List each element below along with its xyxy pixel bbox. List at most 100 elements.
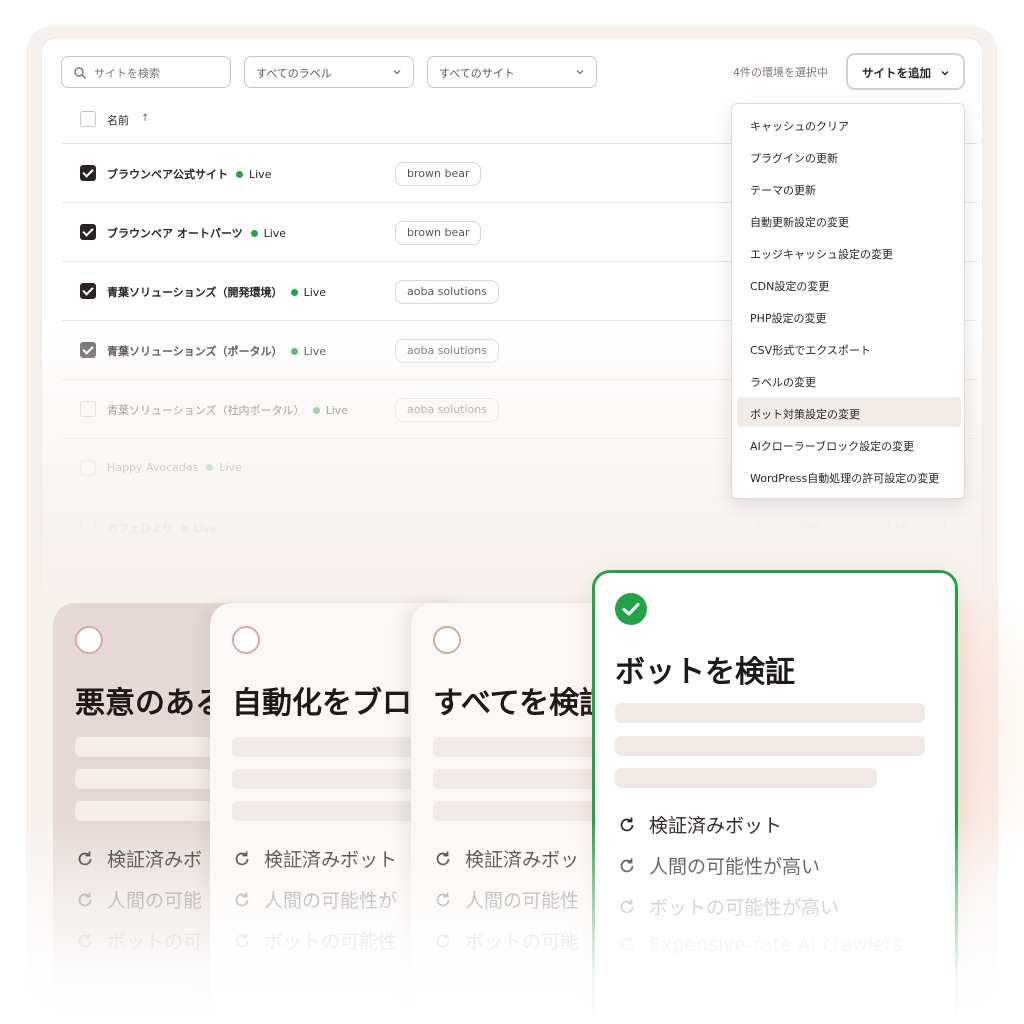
menu-item-clear-cache[interactable]: キャッシュのクリア — [737, 109, 961, 139]
menu-item-edge-cache-settings[interactable]: エッジキャッシュ設定の変更 — [737, 237, 961, 267]
menu-item-export-csv[interactable]: CSV形式でエクスポート — [737, 333, 961, 363]
menu-item-change-labels[interactable]: ラベルの変更 — [737, 365, 961, 395]
add-site-label: サイトを追加 — [862, 66, 931, 80]
site-name[interactable]: ブラウンベア公式サイト Live — [107, 166, 271, 182]
option-card-verify-bots[interactable]: ボットを検証 検証済みボット 人間の可能性が高い ボットの可能性が高い Expe… — [592, 570, 958, 1024]
live-status-dot — [206, 464, 214, 471]
site-name[interactable]: 青葉ソリューションズ（開発環境） Live — [107, 284, 326, 300]
row-checkbox[interactable] — [80, 460, 96, 476]
row-checkbox[interactable] — [80, 342, 96, 358]
status-text: Live — [303, 345, 327, 358]
site-name-text: カフェひより — [107, 522, 173, 535]
menu-item-auto-update-settings[interactable]: 自動更新設定の変更 — [737, 205, 961, 235]
menu-item-ai-crawler-block-settings[interactable]: AIクローラーブロック設定の変更 — [737, 429, 961, 459]
option-title: 自動化をブロ — [232, 686, 412, 721]
search-input[interactable]: サイトを検索 — [61, 56, 231, 88]
select-all-checkbox[interactable] — [80, 111, 96, 127]
status-text: Live — [303, 286, 327, 299]
feature-text: 検証済みボット — [264, 849, 398, 871]
site-name[interactable]: 青葉ソリューションズ（ポータル） Live — [107, 343, 326, 359]
menu-item-wordpress-automation-settings[interactable]: WordPress自動処理の許可設定の変更 — [737, 461, 961, 491]
row-checkbox[interactable] — [80, 519, 96, 535]
option-title: ボットを検証 — [615, 655, 795, 690]
menu-item-cdn-settings[interactable]: CDN設定の変更 — [737, 269, 961, 299]
feature-text: 人間の可能性が — [264, 890, 398, 912]
status-text: Live — [263, 227, 287, 240]
option-title: すべてを検証 — [433, 686, 610, 721]
feature-item: 人間の可能性 — [433, 886, 579, 913]
placeholder-line — [615, 703, 925, 723]
placeholder-line — [615, 768, 877, 788]
row-checkbox[interactable] — [80, 224, 96, 240]
feature-text: ボットの可能性 — [264, 931, 398, 953]
status-text: Live — [193, 522, 217, 535]
feature-item: ボットの可能性が高い — [617, 893, 839, 920]
visits-value: 6 — [754, 520, 761, 533]
row-checkbox[interactable] — [80, 401, 96, 417]
site-label-tag[interactable]: brown bear — [395, 221, 482, 245]
site-name[interactable]: Happy Avocados Live — [107, 461, 242, 474]
selected-check-icon[interactable] — [615, 593, 647, 625]
row-checkbox[interactable] — [80, 165, 96, 181]
feature-text: Expensive-rate AI crawlers — [649, 934, 903, 956]
feature-item: Expensive-rate AI crawlers — [617, 934, 902, 956]
table-row[interactable]: カフェひより Live 6 2MB 21 kB ⋮ — [62, 498, 977, 557]
search-icon — [74, 67, 86, 79]
site-label-tag[interactable]: aoba solutions — [395, 398, 499, 422]
feature-text: 検証済みボ — [107, 849, 203, 871]
option-title: 悪意のある — [75, 686, 225, 721]
label-filter-select[interactable]: すべてのラベル — [244, 56, 414, 88]
refresh-icon — [436, 851, 450, 866]
status-text: Live — [219, 461, 242, 474]
refresh-icon — [235, 933, 249, 948]
live-status-dot — [290, 348, 298, 355]
site-name-text: 青葉ソリューションズ（開発環境） — [107, 286, 283, 299]
site-filter-select[interactable]: すべてのサイト — [427, 56, 597, 88]
site-label-tag[interactable]: aoba solutions — [395, 280, 499, 304]
feature-item: 検証済みボッ — [433, 845, 579, 872]
storage-value: 2MB — [797, 520, 822, 533]
refresh-icon — [235, 892, 249, 907]
feature-item: 検証済みボ — [75, 845, 202, 872]
menu-item-php-settings[interactable]: PHP設定の変更 — [737, 301, 961, 331]
site-name-text: 青葉ソリューションズ（ポータル） — [107, 345, 283, 358]
site-label-tag[interactable]: brown bear — [395, 162, 482, 186]
refresh-icon — [436, 933, 450, 948]
search-placeholder: サイトを検索 — [94, 67, 160, 80]
chevron-down-icon — [393, 70, 401, 75]
feature-text: ボットの可 — [107, 931, 203, 953]
live-status-dot — [236, 171, 243, 178]
live-status-dot — [290, 289, 298, 296]
site-label-tag[interactable]: aoba solutions — [395, 339, 499, 363]
option-radio[interactable] — [232, 626, 260, 654]
feature-text: ボットの可能 — [465, 931, 580, 953]
site-name[interactable]: カフェひより Live — [107, 520, 216, 536]
name-column-header[interactable]: 名前 — [107, 112, 129, 128]
status-text: Live — [249, 168, 272, 181]
option-radio[interactable] — [433, 626, 461, 654]
site-filter-value: すべてのサイト — [439, 67, 515, 80]
feature-item: 検証済みボット — [232, 845, 397, 872]
chevron-down-icon — [941, 71, 949, 76]
placeholder-line — [615, 736, 925, 756]
option-radio[interactable] — [75, 626, 103, 654]
label-filter-value: すべてのラベル — [256, 67, 332, 80]
refresh-icon — [436, 892, 450, 907]
menu-item-update-themes[interactable]: テーマの更新 — [737, 173, 961, 203]
more-options-icon[interactable]: ⋮ — [939, 520, 950, 533]
menu-item-bot-protection-settings[interactable]: ボット対策設定の変更 — [737, 397, 961, 427]
feature-text: 検証済みボット — [649, 815, 783, 837]
refresh-icon — [620, 899, 634, 914]
add-site-button[interactable]: サイトを追加 — [846, 53, 965, 90]
menu-item-update-plugins[interactable]: プラグインの更新 — [737, 141, 961, 171]
site-name-text: ブラウンベア オートパーツ — [107, 227, 243, 240]
chevron-down-icon — [576, 70, 584, 75]
status-text: Live — [325, 404, 349, 417]
refresh-icon — [78, 892, 92, 907]
row-checkbox[interactable] — [80, 283, 96, 299]
site-name[interactable]: 青葉ソリューションズ（社内ポータル） Live — [107, 402, 348, 418]
feature-text: 人間の可能性が高い — [649, 856, 821, 878]
site-name[interactable]: ブラウンベア オートパーツ Live — [107, 225, 286, 241]
feature-item: 人間の可能性が — [232, 886, 397, 913]
sort-ascending-icon[interactable]: ↑ — [141, 113, 149, 124]
